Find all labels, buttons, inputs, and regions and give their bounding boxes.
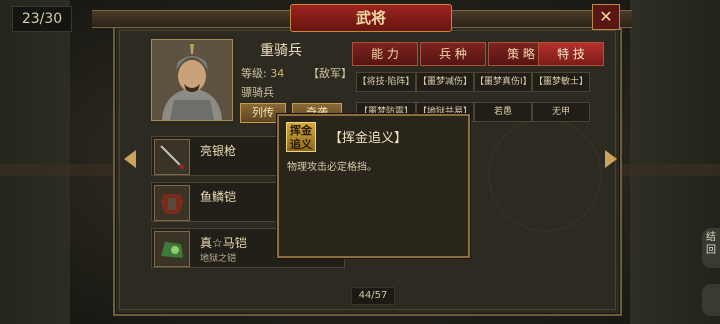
tooltip-title: 【挥金追义】 [329,131,408,146]
skill-item[interactable]: 【将技·陷阵】 [356,72,416,92]
skill-item[interactable]: 若愚 [474,102,532,122]
equipment-name: 真☆马铠 [200,236,247,250]
spear-icon [154,139,190,175]
tab-special-skill[interactable]: 特 技 [538,42,604,66]
skill-item[interactable]: 【噩梦真伤Ⅰ】 [474,72,532,92]
level-label: 等级: [241,67,267,80]
turn-counter: 23/30 [12,6,72,32]
tab-troops[interactable]: 兵 种 [420,42,486,66]
dialog-title: 武将 [290,4,452,32]
general-level: 等级: 34 [241,65,284,81]
level-value: 34 [270,67,285,80]
prev-arrow-icon[interactable] [124,150,136,168]
armor-icon [154,185,190,221]
tab-ability[interactable]: 能 力 [352,42,418,66]
equipment-name: 亮银枪 [200,144,237,158]
close-button[interactable]: ✕ [592,4,620,30]
next-arrow-icon[interactable] [605,150,617,168]
map-right-panel [630,0,720,324]
dragon-emblem [488,118,602,232]
skill-item[interactable]: 【噩梦敏士】 [532,72,590,92]
map-left-panel [0,0,70,324]
tooltip-description: 物理攻击必定格挡。 [287,162,377,173]
general-portrait [151,39,233,121]
skill-tooltip: 挥金 追义 【挥金追义】 物理攻击必定格挡。 [277,114,470,258]
side-menu-button[interactable]: 结 回 [702,228,720,268]
equipment-sub: 地狱之铠 [200,254,237,264]
side-menu-icon[interactable] [702,284,720,316]
skill-item[interactable]: 无甲 [532,102,590,122]
faction-label: 【敌军】 [308,67,352,80]
equipment-name: 鱼鳞铠 [200,190,237,204]
horse-armor-icon [154,231,190,267]
general-name: 重骑兵 [260,43,302,59]
skill-item[interactable]: 【噩梦减伤】 [416,72,474,92]
page-indicator: 44/57 [351,287,395,305]
skill-badge-icon: 挥金 追义 [286,122,316,152]
unit-class: 骠骑兵 [241,86,274,99]
